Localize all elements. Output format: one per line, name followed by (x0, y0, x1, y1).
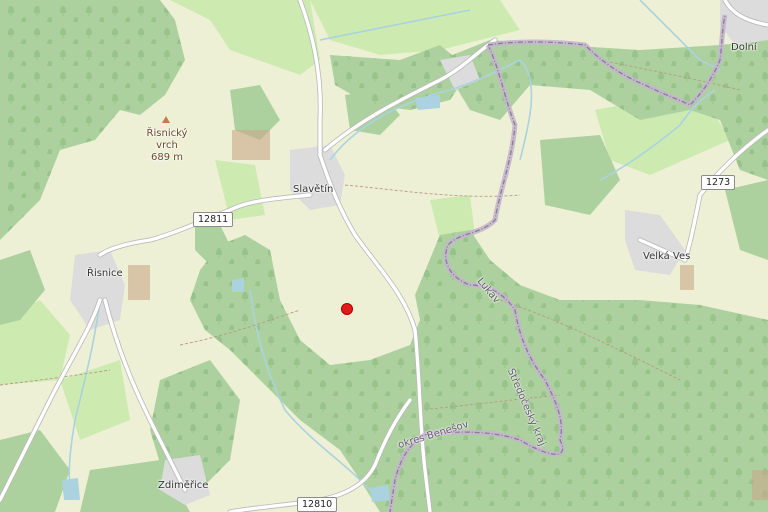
road-shield-12811: 12811 (193, 212, 234, 227)
road-shield-1273: 1273 (701, 175, 736, 190)
label-risnicky-vrch-elevation: 689 m (150, 152, 183, 163)
label-zdimerice: Zdiměřice (158, 480, 209, 491)
label-dolni: Dolní (731, 42, 757, 53)
label-slavetin: Slavětín (293, 184, 334, 195)
location-marker-icon[interactable] (341, 303, 353, 315)
label-risnice: Řisnice (87, 268, 123, 279)
road-shield-12810: 12810 (297, 497, 338, 512)
map-view[interactable]: Dolní Řisnický vrch 689 m Slavětín Řisni… (0, 0, 768, 512)
label-risnicky-vrch: Řisnický vrch (146, 128, 188, 151)
label-velka-ves: Velká Ves (643, 251, 691, 262)
